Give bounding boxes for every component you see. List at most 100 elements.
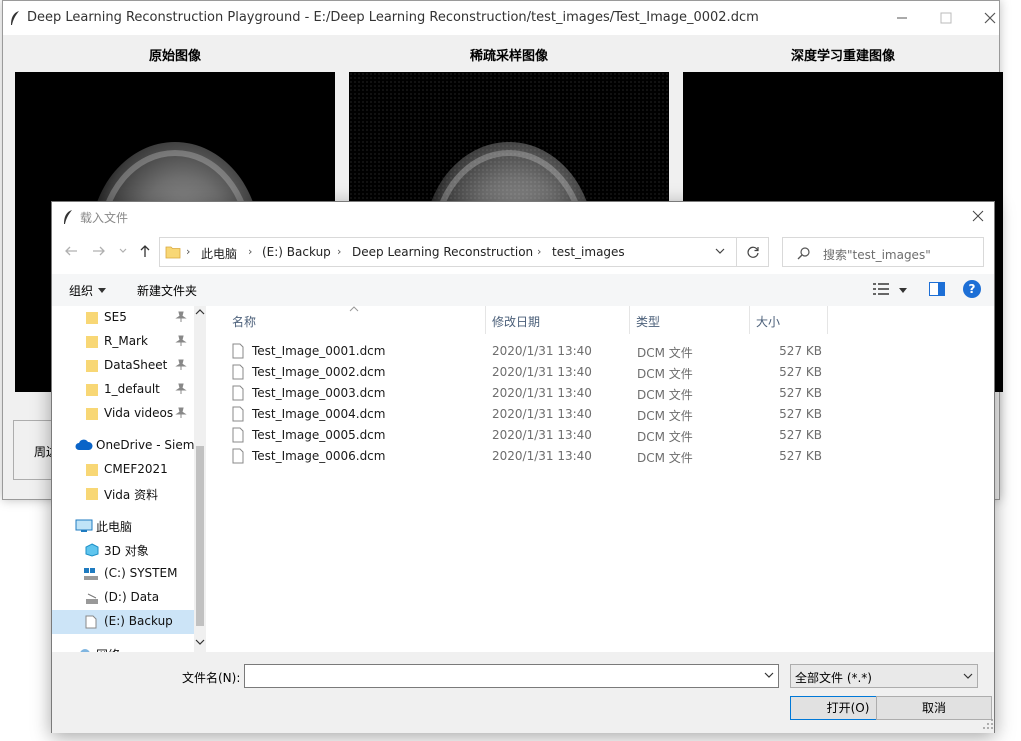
pin-icon — [175, 335, 187, 346]
filename-label: 文件名(N): — [182, 671, 241, 685]
open-file-dialog: 载入文件 › 此电脑 › (E:) Backup › Deep Learning… — [51, 201, 995, 733]
chevron-down-icon[interactable] — [195, 638, 205, 646]
pin-icon — [175, 311, 187, 322]
file-row[interactable]: Test_Image_0001.dcm 2020/1/31 13:40 DCM … — [226, 341, 826, 362]
sidebar-item-label: (C:) SYSTEM — [104, 566, 178, 580]
view-list-icon[interactable] — [873, 282, 891, 296]
chevron-up-icon[interactable] — [195, 308, 205, 316]
original-image-title: 原始图像 — [148, 49, 201, 64]
search-icon — [797, 247, 810, 260]
back-arrow-icon[interactable] — [64, 244, 78, 258]
forward-arrow-icon[interactable] — [92, 244, 106, 258]
sidebar-item-label: R_Mark — [104, 334, 148, 348]
sidebar-item-vida-docs[interactable]: Vida 资料 — [52, 482, 194, 506]
folder-icon — [86, 384, 98, 396]
feather-icon — [64, 210, 72, 224]
file-row[interactable]: Test_Image_0003.dcm 2020/1/31 13:40 DCM … — [226, 383, 826, 404]
system-drive-icon — [84, 568, 98, 580]
filetype-value: 全部文件 (*.*) — [795, 671, 872, 685]
folder-icon — [86, 360, 98, 372]
search-placeholder: 搜索"test_images" — [823, 248, 931, 262]
navigation-scrollbar[interactable] — [194, 306, 206, 652]
breadcrumb-drive[interactable]: (E:) Backup — [262, 245, 331, 259]
sidebar-item-c-drive[interactable]: (C:) SYSTEM — [52, 562, 194, 586]
file-row[interactable]: Test_Image_0006.dcm 2020/1/31 13:40 DCM … — [226, 446, 826, 467]
sidebar-item-this-pc[interactable]: 此电脑 — [52, 514, 194, 538]
refresh-icon — [747, 246, 759, 258]
organize-button[interactable]: 组织 — [69, 282, 93, 299]
pin-icon — [175, 407, 187, 418]
column-header-name[interactable]: 名称 — [226, 306, 486, 334]
up-arrow-icon[interactable] — [138, 244, 152, 258]
sidebar-item-label: Vida 资料 — [104, 488, 159, 502]
sidebar-item-label: (D:) Data — [104, 590, 160, 604]
sidebar-item-cmef2021[interactable]: CMEF2021 — [52, 458, 194, 482]
folder-icon — [86, 336, 98, 348]
breadcrumb-test-images[interactable]: test_images — [552, 245, 625, 259]
window-title: Deep Learning Reconstruction Playground … — [27, 10, 759, 25]
caret-down-icon[interactable] — [98, 288, 106, 293]
file-row[interactable]: Test_Image_0004.dcm 2020/1/31 13:40 DCM … — [226, 404, 826, 425]
sidebar-item-datasheet[interactable]: DataSheet — [52, 354, 194, 378]
reconstructed-image-title: 深度学习重建图像 — [790, 49, 895, 64]
file-size: 527 KB — [779, 428, 822, 442]
filename-input[interactable] — [244, 664, 779, 688]
column-header-size[interactable]: 大小 — [750, 306, 828, 334]
file-date: 2020/1/31 13:40 — [492, 386, 592, 400]
close-button[interactable] — [967, 1, 1013, 35]
drive-icon — [86, 593, 98, 604]
scrollbar-thumb[interactable] — [196, 446, 204, 626]
minimize-button[interactable] — [879, 1, 925, 35]
sidebar-item-vida-videos[interactable]: Vida videos — [52, 402, 194, 426]
chevron-down-icon[interactable] — [118, 244, 128, 258]
chevron-down-icon[interactable] — [764, 672, 774, 680]
file-row[interactable]: Test_Image_0002.dcm 2020/1/31 13:40 DCM … — [226, 362, 826, 383]
help-button[interactable]: ? — [963, 280, 981, 298]
sidebar-item-label: 3D 对象 — [104, 544, 149, 558]
sidebar-item-label: DataSheet — [104, 358, 168, 372]
dialog-close-icon[interactable] — [972, 210, 984, 222]
file-date: 2020/1/31 13:40 — [492, 365, 592, 379]
preview-pane-icon[interactable] — [929, 282, 945, 296]
title-bar[interactable]: Deep Learning Reconstruction Playground … — [3, 1, 999, 35]
chevron-down-icon[interactable] — [715, 248, 725, 256]
sidebar-item-3d-objects[interactable]: 3D 对象 — [52, 538, 194, 562]
cancel-button[interactable]: 取消 — [876, 696, 992, 720]
file-size: 527 KB — [779, 365, 822, 379]
file-name: Test_Image_0003.dcm — [252, 386, 386, 400]
sidebar-item-d-drive[interactable]: (D:) Data — [52, 586, 194, 610]
column-header-date[interactable]: 修改日期 — [486, 306, 630, 334]
file-date: 2020/1/31 13:40 — [492, 449, 592, 463]
sidebar-item-se5[interactable]: SE5 — [52, 306, 194, 330]
caret-down-icon[interactable] — [899, 288, 907, 293]
navigation-bar: › 此电脑 › (E:) Backup › Deep Learning Reco… — [52, 232, 994, 272]
file-row[interactable]: Test_Image_0005.dcm 2020/1/31 13:40 DCM … — [226, 425, 826, 446]
breadcrumb-this-pc[interactable]: 此电脑 — [201, 245, 237, 262]
address-bar[interactable]: › 此电脑 › (E:) Backup › Deep Learning Reco… — [159, 237, 737, 267]
column-header-type[interactable]: 类型 — [630, 306, 750, 334]
search-box[interactable]: 搜索"test_images" — [782, 237, 984, 267]
breadcrumb-project[interactable]: Deep Learning Reconstruction — [352, 245, 533, 259]
resize-grip-icon[interactable] — [982, 718, 994, 730]
close-icon — [984, 12, 996, 24]
new-folder-button[interactable]: 新建文件夹 — [137, 282, 197, 299]
file-type: DCM 文件 — [637, 388, 693, 402]
sidebar-item-e-drive[interactable]: (E:) Backup — [52, 610, 194, 634]
chevron-right-icon: › — [248, 245, 253, 258]
sidebar-item-label: 此电脑 — [96, 520, 133, 534]
file-type: DCM 文件 — [637, 367, 693, 381]
maximize-button[interactable] — [923, 1, 969, 35]
sidebar-item-network[interactable]: 网络 — [52, 642, 194, 652]
drive-icon — [85, 615, 97, 629]
sidebar-item-label: Vida videos — [104, 406, 174, 420]
dialog-title-bar[interactable]: 载入文件 — [52, 202, 994, 232]
sidebar-item-onedrive[interactable]: OneDrive - Siem — [52, 434, 194, 458]
sidebar-item-label: CMEF2021 — [104, 462, 168, 476]
filetype-select[interactable]: 全部文件 (*.*) — [790, 664, 978, 688]
file-name: Test_Image_0004.dcm — [252, 407, 386, 421]
sidebar-item-r-mark[interactable]: R_Mark — [52, 330, 194, 354]
navigation-pane: SE5 R_Mark DataSheet 1_default Vida vide… — [52, 306, 206, 652]
sidebar-item-1-default[interactable]: 1_default — [52, 378, 194, 402]
refresh-button[interactable] — [737, 237, 769, 267]
cube-icon — [85, 543, 99, 557]
